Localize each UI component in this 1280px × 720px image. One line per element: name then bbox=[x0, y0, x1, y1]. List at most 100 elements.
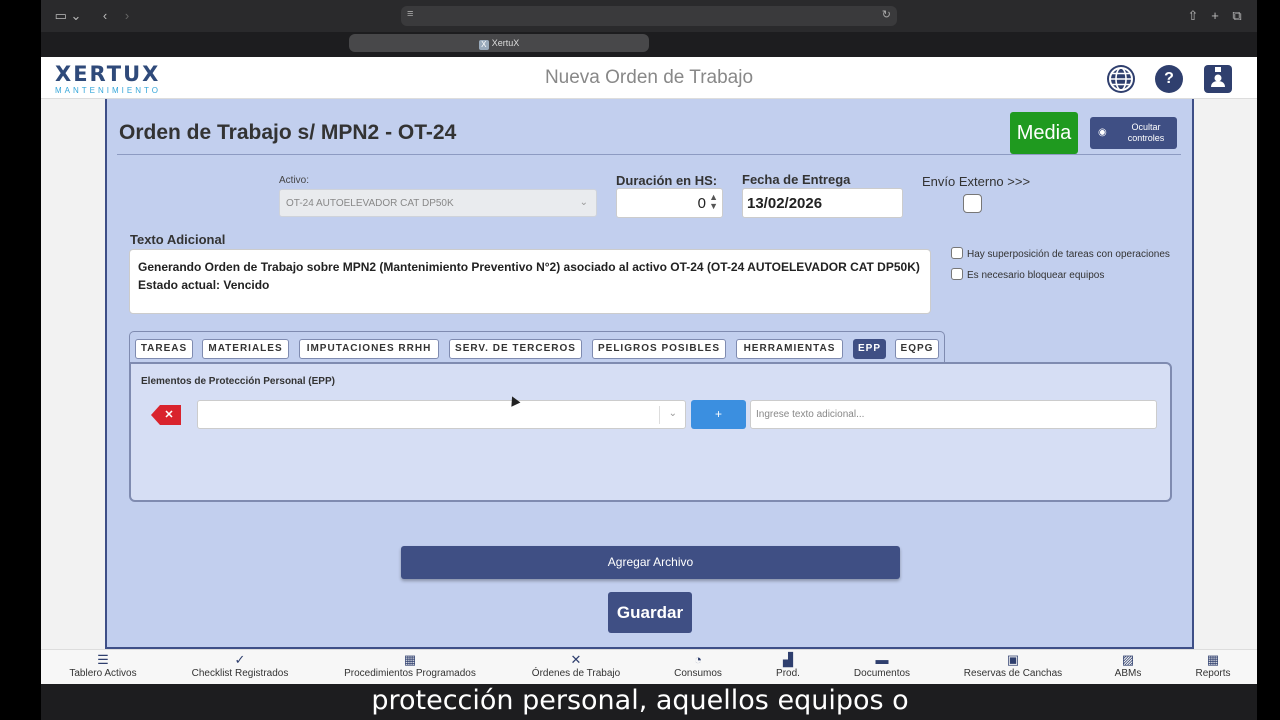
list-icon: ☰ bbox=[97, 652, 109, 667]
nav-reservas[interactable]: ▣ Reservas de Canchas bbox=[957, 652, 1069, 679]
user-badge-icon[interactable] bbox=[1204, 65, 1232, 93]
work-order-title: Orden de Trabajo s/ MPN2 - OT-24 bbox=[119, 121, 457, 144]
epp-select[interactable]: ⌄ bbox=[197, 400, 686, 429]
new-tab-icon[interactable]: + bbox=[1207, 7, 1223, 25]
tab-materiales[interactable]: MATERIALES bbox=[202, 339, 289, 359]
save-button[interactable]: Guardar bbox=[608, 592, 692, 633]
envio-externo-checkbox[interactable] bbox=[963, 194, 982, 213]
bloquear-row[interactable]: Es necesario bloquear equipos bbox=[951, 268, 1104, 281]
add-epp-button[interactable]: + bbox=[691, 400, 746, 429]
superposicion-checkbox[interactable] bbox=[951, 247, 963, 259]
tab-serv-terceros[interactable]: SERV. DE TERCEROS bbox=[449, 339, 582, 359]
nav-label: Reports bbox=[1195, 668, 1231, 679]
hide-controls-button[interactable]: ◉ Ocultar controles bbox=[1090, 117, 1177, 149]
app: XERTUX MANTENIMIENTO Nueva Orden de Trab… bbox=[41, 57, 1257, 684]
pie-chart-icon: ◔ bbox=[694, 652, 702, 667]
table-icon: ▦ bbox=[1206, 652, 1220, 667]
fecha-label: Fecha de Entrega bbox=[742, 172, 851, 187]
epp-tab-panel: Elementos de Protección Personal (EPP) ✕… bbox=[129, 362, 1172, 502]
bloquear-checkbox[interactable] bbox=[951, 268, 963, 280]
image-icon: ▨ bbox=[1121, 652, 1135, 667]
tab-strip: X XertuX bbox=[41, 32, 1257, 56]
reload-icon[interactable]: ↻ bbox=[882, 8, 891, 21]
priority-media-button[interactable]: Media bbox=[1010, 112, 1078, 154]
envio-externo-label: Envío Externo >>> bbox=[922, 174, 1031, 189]
tab-eqpg[interactable]: EQPG bbox=[895, 339, 939, 359]
superposicion-row[interactable]: Hay superposición de tareas con operacio… bbox=[951, 247, 1170, 260]
sidebar-toggle-icon[interactable]: ▭ ⌄ bbox=[53, 7, 83, 25]
eye-slash-icon: ◉ bbox=[1098, 127, 1107, 138]
nav-label: Reservas de Canchas bbox=[963, 668, 1063, 679]
calendar-check-icon: ▣ bbox=[1006, 652, 1020, 667]
nav-label: Consumos bbox=[674, 668, 722, 679]
tab-overview-icon[interactable]: ⧉ bbox=[1229, 7, 1245, 25]
activo-value: OT-24 AUTOELEVADOR CAT DP50K bbox=[286, 198, 454, 209]
folder-icon: ▬ bbox=[875, 652, 889, 667]
texto-adicional-textarea[interactable]: Generando Orden de Trabajo sobre MPN2 (M… bbox=[129, 249, 931, 314]
nav-abms[interactable]: ▨ ABMs bbox=[1109, 652, 1147, 679]
texto-line-1: Generando Orden de Trabajo sobre MPN2 (M… bbox=[138, 260, 920, 274]
forward-icon[interactable]: › bbox=[119, 7, 135, 25]
tab-peligros[interactable]: PELIGROS POSIBLES bbox=[592, 339, 726, 359]
area-chart-icon: ▟ bbox=[783, 652, 793, 667]
add-file-button[interactable]: Agregar Archivo bbox=[401, 546, 900, 579]
chevron-down-icon: ⌄ bbox=[579, 197, 588, 208]
page-menu-icon[interactable]: ≡ bbox=[407, 8, 413, 20]
fecha-input[interactable]: 13/02/2026 bbox=[742, 188, 903, 218]
epp-label: Elementos de Protección Personal (EPP) bbox=[141, 376, 335, 387]
tab-tareas[interactable]: TAREAS bbox=[135, 339, 193, 359]
bloquear-label: Es necesario bloquear equipos bbox=[967, 270, 1105, 281]
duracion-value: 0 bbox=[697, 195, 706, 212]
tools-icon: ✕ bbox=[570, 652, 582, 667]
nav-prod[interactable]: ▟ Prod. bbox=[767, 652, 809, 679]
video-caption: protección personal, aquellos equipos o bbox=[371, 685, 909, 716]
nav-tablero-activos[interactable]: ☰ Tablero Activos bbox=[61, 652, 145, 679]
nav-label: Procedimientos Programados bbox=[344, 668, 476, 679]
share-icon[interactable]: ⇧ bbox=[1185, 7, 1201, 25]
globe-icon[interactable] bbox=[1107, 65, 1135, 93]
tab-imputaciones[interactable]: IMPUTACIONES RRHH bbox=[299, 339, 439, 359]
tab-epp[interactable]: EPP bbox=[853, 339, 886, 359]
calendar-icon: ▦ bbox=[403, 652, 417, 667]
nav-label: Tablero Activos bbox=[69, 668, 137, 679]
texto-adicional-label: Texto Adicional bbox=[130, 232, 226, 247]
nav-label: Checklist Registrados bbox=[191, 668, 289, 679]
nav-label: Documentos bbox=[853, 668, 911, 679]
url-bar[interactable]: ≡ ↻ bbox=[401, 6, 897, 26]
nav-procedimientos[interactable]: ▦ Procedimientos Programados bbox=[337, 652, 483, 679]
tab-favicon-icon: X bbox=[478, 40, 489, 50]
select-separator bbox=[659, 406, 660, 424]
activo-select: OT-24 AUTOELEVADOR CAT DP50K ⌄ bbox=[279, 189, 597, 217]
nav-label: ABMs bbox=[1114, 668, 1142, 679]
duracion-input[interactable]: 0 ▲ ▼ bbox=[616, 188, 723, 218]
nav-checklist[interactable]: ✓ Checklist Registrados bbox=[181, 652, 299, 679]
help-icon[interactable]: ? bbox=[1155, 65, 1183, 93]
tab-herramientas[interactable]: HERRAMIENTAS bbox=[736, 339, 843, 359]
tab-bar: TAREAS MATERIALES IMPUTACIONES RRHH SERV… bbox=[129, 331, 945, 363]
work-order-panel: Orden de Trabajo s/ MPN2 - OT-24 Media ◉… bbox=[105, 99, 1194, 649]
hide-controls-label: Ocultar controles bbox=[1127, 122, 1165, 143]
checks-icon: ✓ bbox=[234, 652, 246, 667]
superposicion-label: Hay superposición de tareas con operacio… bbox=[967, 249, 1170, 260]
nav-label: Órdenes de Trabajo bbox=[531, 668, 621, 679]
activo-label: Activo: bbox=[279, 175, 310, 186]
extra-text-input[interactable]: Ingrese texto adicional... bbox=[750, 400, 1157, 429]
tab-title: XertuX bbox=[491, 38, 520, 48]
spinner-icon[interactable]: ▲ ▼ bbox=[709, 193, 718, 211]
delete-tag-icon[interactable]: ✕ bbox=[151, 405, 181, 425]
chevron-down-icon[interactable]: ⌄ bbox=[669, 408, 677, 419]
nav-consumos[interactable]: ◔ Consumos bbox=[665, 652, 731, 679]
bottom-nav: ☰ Tablero Activos ✓ Checklist Registrados … bbox=[41, 649, 1257, 684]
nav-documentos[interactable]: ▬ Documentos bbox=[847, 652, 917, 679]
page-title: Nueva Orden de Trabajo bbox=[544, 67, 754, 88]
nav-ordenes[interactable]: ✕ Órdenes de Trabajo bbox=[523, 652, 629, 679]
title-divider bbox=[117, 154, 1181, 155]
duracion-label: Duración en HS: bbox=[616, 173, 718, 188]
nav-label: Prod. bbox=[776, 668, 800, 679]
browser-toolbar: ▭ ⌄ ‹ › ≡ ↻ ⇧ + ⧉ bbox=[41, 0, 1257, 32]
browser-tab[interactable]: X XertuX bbox=[349, 34, 649, 52]
texto-line-2: Estado actual: Vencido bbox=[138, 278, 270, 292]
app-header: XERTUX MANTENIMIENTO Nueva Orden de Trab… bbox=[41, 57, 1257, 99]
nav-reports[interactable]: ▦ Reports bbox=[1189, 652, 1237, 679]
back-icon[interactable]: ‹ bbox=[97, 7, 113, 25]
